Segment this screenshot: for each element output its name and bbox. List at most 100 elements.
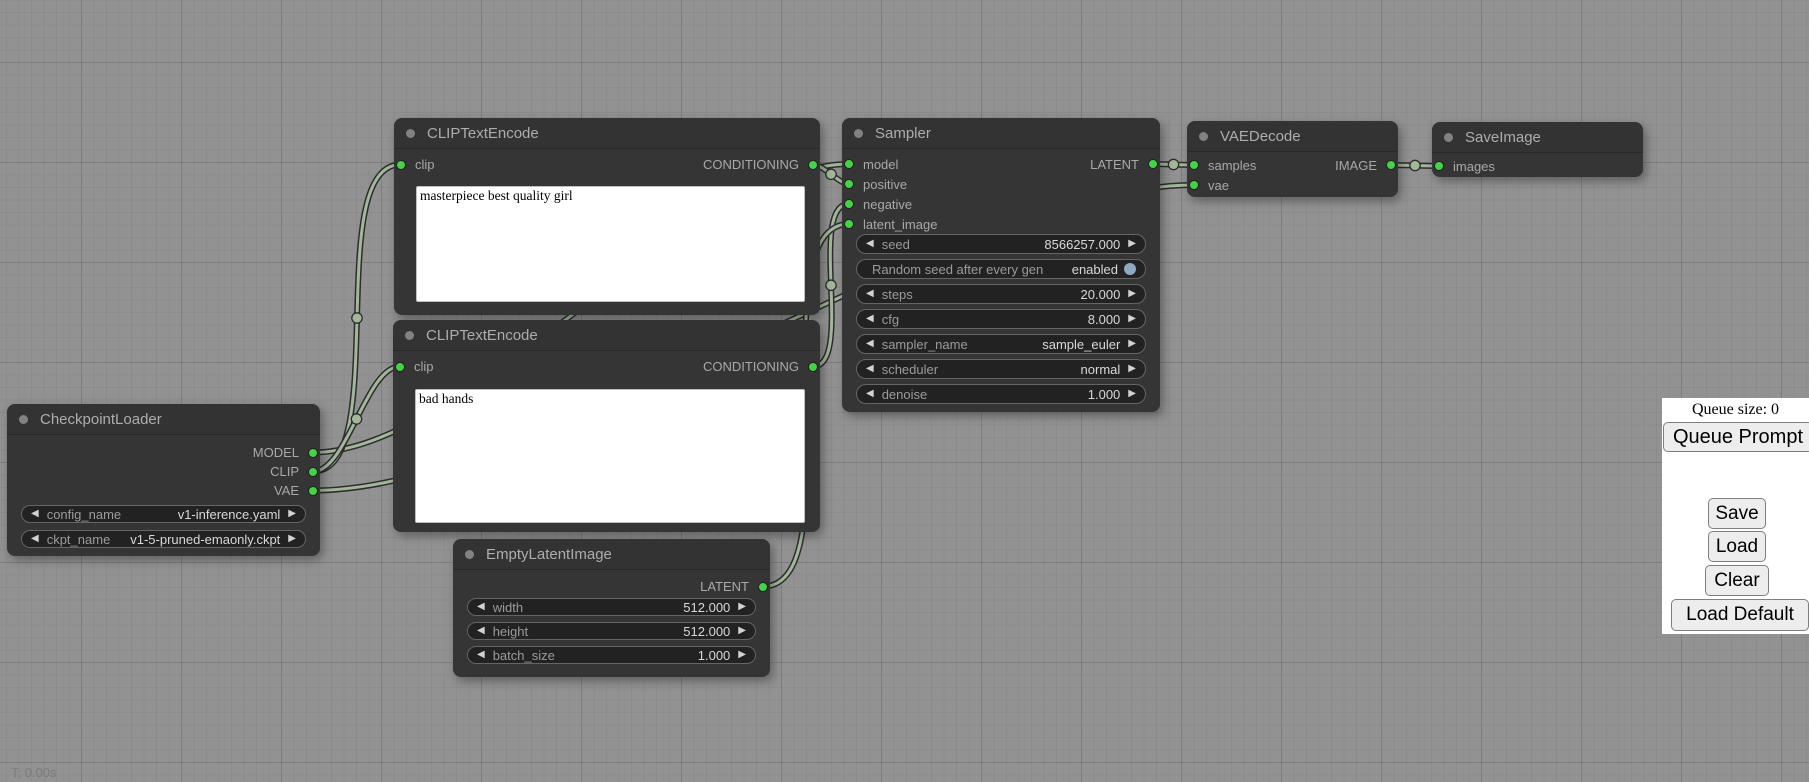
widget-config-name[interactable]: ◀ config_name v1-inference.yaml ▶ (21, 505, 306, 523)
prompt-textarea[interactable]: bad hands (415, 389, 805, 523)
node-saveimage[interactable]: SaveImage images (1432, 122, 1643, 177)
widget-denoise[interactable]: ◀ denoise 1.000 ▶ (856, 384, 1146, 404)
link-wire[interactable] (313, 165, 401, 472)
link-midpoint-dot[interactable] (351, 414, 361, 424)
link-midpoint-dot[interactable] (826, 280, 836, 290)
collapse-dot-icon[interactable] (1199, 132, 1208, 141)
decrement-arrow-icon[interactable]: ◀ (866, 364, 874, 374)
collapse-dot-icon[interactable] (465, 550, 474, 559)
decrement-arrow-icon[interactable]: ◀ (866, 389, 874, 399)
input-port-positive[interactable]: positive (844, 177, 907, 192)
widget-height[interactable]: ◀ height 512.000 ▶ (467, 622, 756, 640)
widget-seed[interactable]: ◀ seed 8566257.000 ▶ (856, 234, 1146, 254)
increment-arrow-icon[interactable]: ▶ (1128, 289, 1136, 299)
port-dot[interactable] (758, 582, 768, 592)
node-cliptextencode-negative[interactable]: CLIPTextEncode clip CONDITIONING bad han… (393, 320, 820, 532)
decrement-arrow-icon[interactable]: ◀ (866, 339, 874, 349)
link-midpoint-dot[interactable] (826, 169, 836, 179)
node-title-bar[interactable]: CLIPTextEncode (394, 118, 820, 149)
decrement-arrow-icon[interactable]: ◀ (866, 314, 874, 324)
port-dot[interactable] (808, 160, 818, 170)
increment-arrow-icon[interactable]: ▶ (288, 509, 296, 519)
widget-sampler-name[interactable]: ◀ sampler_name sample_euler ▶ (856, 334, 1146, 354)
port-dot[interactable] (396, 160, 406, 170)
save-button[interactable]: Save (1708, 498, 1766, 529)
decrement-arrow-icon[interactable]: ◀ (31, 534, 39, 544)
link-midpoint-dot[interactable] (1168, 159, 1178, 169)
output-port-model[interactable]: MODEL (253, 445, 318, 460)
input-port-clip[interactable]: clip (395, 359, 434, 374)
increment-arrow-icon[interactable]: ▶ (738, 650, 746, 660)
node-title-bar[interactable]: EmptyLatentImage (453, 539, 770, 570)
link-wire[interactable] (313, 367, 400, 472)
increment-arrow-icon[interactable]: ▶ (738, 626, 746, 636)
output-port-vae[interactable]: VAE (274, 483, 318, 498)
port-dot[interactable] (395, 362, 405, 372)
node-title-bar[interactable]: CheckpointLoader (7, 404, 320, 435)
increment-arrow-icon[interactable]: ▶ (1128, 314, 1136, 324)
output-port-latent[interactable]: LATENT (1090, 157, 1158, 172)
port-dot[interactable] (844, 199, 854, 209)
port-dot[interactable] (1386, 160, 1396, 170)
increment-arrow-icon[interactable]: ▶ (288, 534, 296, 544)
widget-batch-size[interactable]: ◀ batch_size 1.000 ▶ (467, 646, 756, 664)
port-dot[interactable] (308, 486, 318, 496)
collapse-dot-icon[interactable] (854, 129, 863, 138)
port-dot[interactable] (844, 179, 854, 189)
widget-ckpt-name[interactable]: ◀ ckpt_name v1-5-pruned-emaonly.ckpt ▶ (21, 530, 306, 548)
node-emptylatentimage[interactable]: EmptyLatentImage LATENT ◀ width 512.000 … (453, 539, 770, 677)
increment-arrow-icon[interactable]: ▶ (1128, 339, 1136, 349)
increment-arrow-icon[interactable]: ▶ (738, 602, 746, 612)
decrement-arrow-icon[interactable]: ◀ (31, 509, 39, 519)
input-port-negative[interactable]: negative (844, 197, 912, 212)
port-dot[interactable] (808, 362, 818, 372)
widget-random-seed-toggle[interactable]: Random seed after every gen enabled (856, 259, 1146, 279)
queue-prompt-button[interactable]: Queue Prompt (1663, 422, 1809, 452)
node-title-bar[interactable]: Sampler (842, 118, 1160, 149)
graph-canvas[interactable]: { "status_text": "T: 0.00s", "icons": { … (0, 0, 1809, 782)
port-dot[interactable] (844, 219, 854, 229)
node-cliptextencode-positive[interactable]: CLIPTextEncode clip CONDITIONING masterp… (394, 118, 820, 315)
port-dot[interactable] (1434, 161, 1444, 171)
link-midpoint-dot[interactable] (1410, 160, 1420, 170)
node-title-bar[interactable]: VAEDecode (1187, 121, 1398, 152)
decrement-arrow-icon[interactable]: ◀ (477, 650, 485, 660)
input-port-images[interactable]: images (1434, 159, 1495, 174)
collapse-dot-icon[interactable] (19, 415, 28, 424)
widget-cfg[interactable]: ◀ cfg 8.000 ▶ (856, 309, 1146, 329)
increment-arrow-icon[interactable]: ▶ (1128, 364, 1136, 374)
collapse-dot-icon[interactable] (405, 331, 414, 340)
node-vaedecode[interactable]: VAEDecode samples IMAGE vae (1187, 121, 1398, 197)
node-title-bar[interactable]: SaveImage (1432, 122, 1643, 153)
node-title-bar[interactable]: CLIPTextEncode (393, 320, 820, 351)
port-dot[interactable] (308, 467, 318, 477)
decrement-arrow-icon[interactable]: ◀ (866, 239, 874, 249)
output-port-image[interactable]: IMAGE (1335, 158, 1396, 173)
node-sampler[interactable]: Sampler model LATENT positive negative (842, 118, 1160, 412)
widget-width[interactable]: ◀ width 512.000 ▶ (467, 598, 756, 616)
input-port-samples[interactable]: samples (1189, 158, 1256, 173)
port-dot[interactable] (1189, 160, 1199, 170)
increment-arrow-icon[interactable]: ▶ (1128, 389, 1136, 399)
decrement-arrow-icon[interactable]: ◀ (477, 602, 485, 612)
output-port-conditioning[interactable]: CONDITIONING (703, 359, 818, 374)
toggle-circle-icon[interactable] (1124, 263, 1136, 275)
input-port-clip[interactable]: clip (396, 157, 435, 172)
output-port-clip[interactable]: CLIP (270, 464, 318, 479)
prompt-textarea[interactable]: masterpiece best quality girl (416, 186, 805, 302)
collapse-dot-icon[interactable] (406, 129, 415, 138)
port-dot[interactable] (308, 448, 318, 458)
collapse-dot-icon[interactable] (1444, 133, 1453, 142)
load-default-button[interactable]: Load Default (1671, 599, 1809, 631)
output-port-latent[interactable]: LATENT (700, 579, 768, 594)
decrement-arrow-icon[interactable]: ◀ (866, 289, 874, 299)
widget-scheduler[interactable]: ◀ scheduler normal ▶ (856, 359, 1146, 379)
port-dot[interactable] (1189, 180, 1199, 190)
input-port-model[interactable]: model (844, 157, 898, 172)
input-port-latent-image[interactable]: latent_image (844, 217, 937, 232)
input-port-vae[interactable]: vae (1189, 178, 1229, 193)
port-dot[interactable] (1148, 159, 1158, 169)
output-port-conditioning[interactable]: CONDITIONING (703, 157, 818, 172)
increment-arrow-icon[interactable]: ▶ (1128, 239, 1136, 249)
load-button[interactable]: Load (1708, 531, 1766, 562)
